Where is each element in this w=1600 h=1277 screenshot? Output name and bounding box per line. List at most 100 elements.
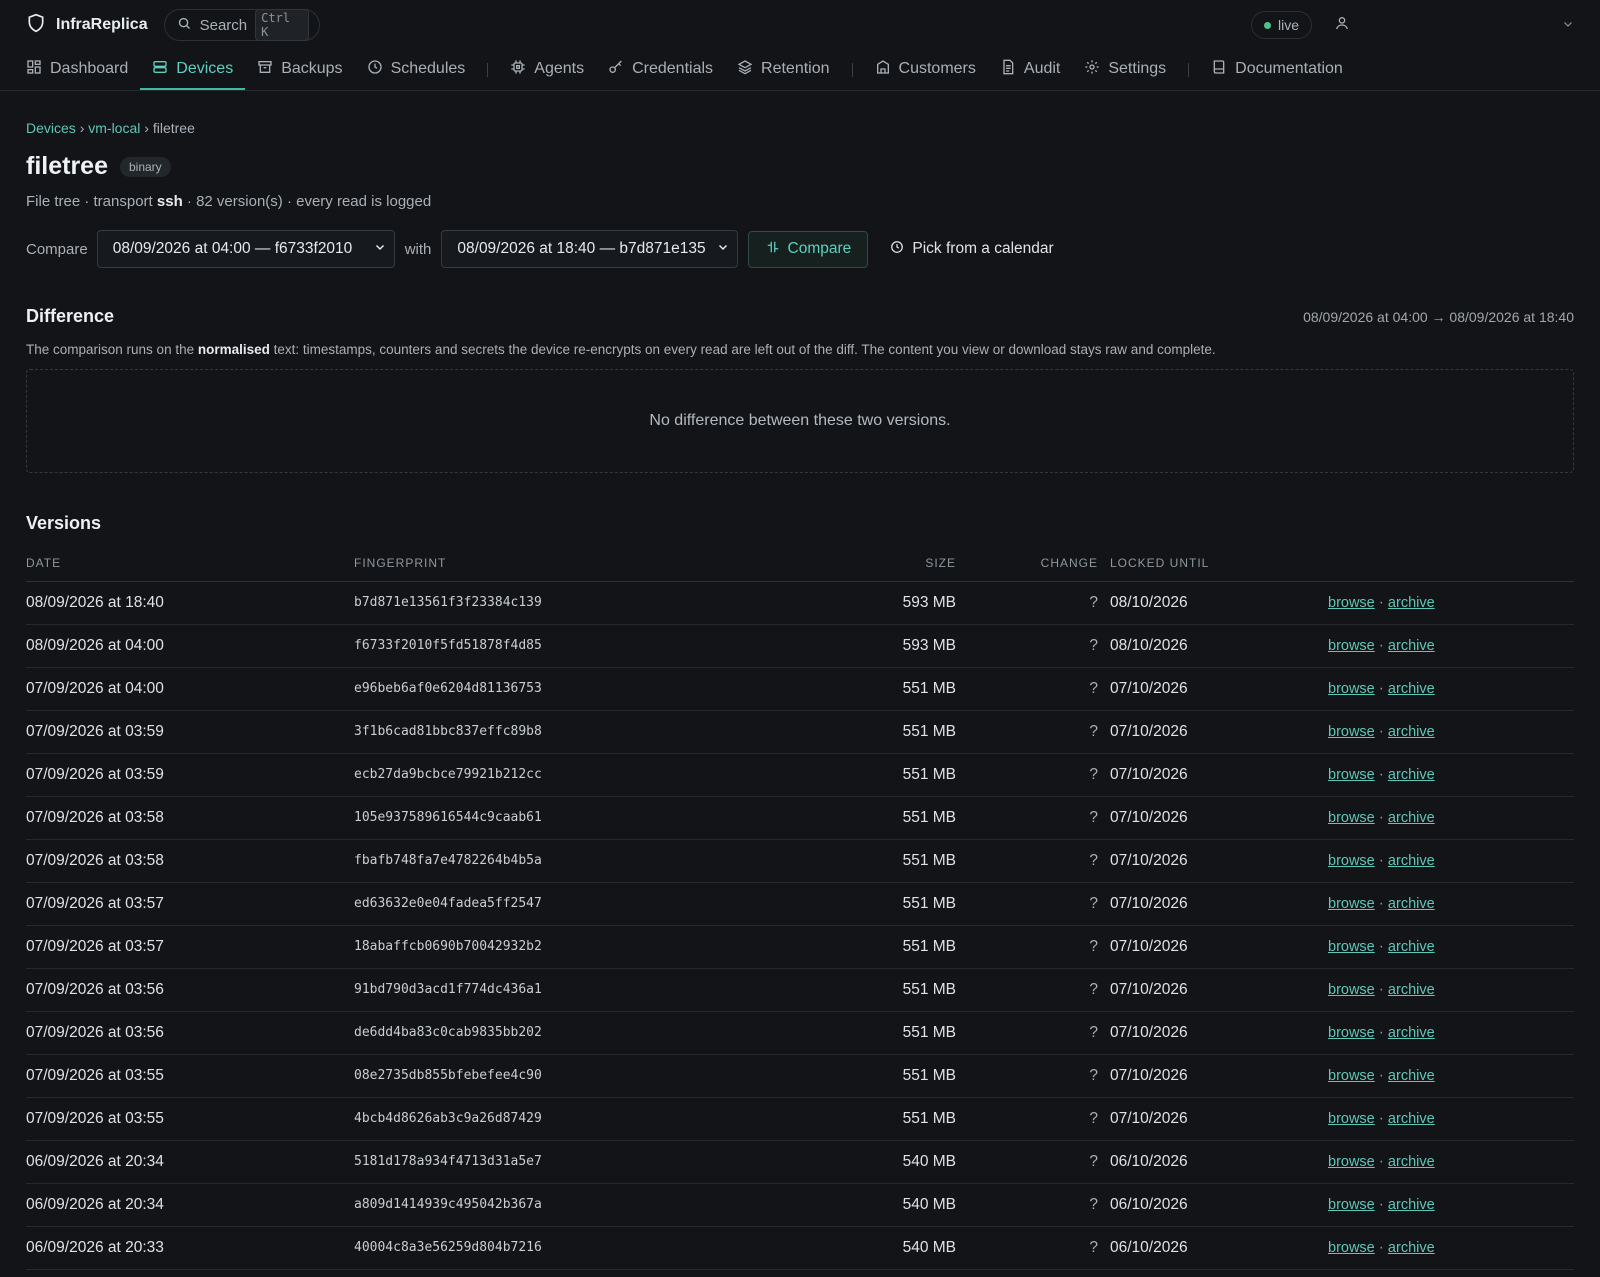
version-change: ? bbox=[956, 1011, 1098, 1055]
archive-link[interactable]: archive bbox=[1388, 638, 1435, 654]
nav-dashboard[interactable]: Dashboard bbox=[14, 50, 140, 90]
version-locked-until: 08/10/2026 bbox=[1098, 581, 1328, 625]
browse-link[interactable]: browse bbox=[1328, 681, 1375, 697]
version-date: 07/09/2026 at 03:59 bbox=[26, 753, 354, 797]
archive-link[interactable]: archive bbox=[1388, 1154, 1435, 1170]
action-separator: · bbox=[1378, 1238, 1384, 1256]
version-locked-until: 07/10/2026 bbox=[1098, 968, 1328, 1012]
browse-link[interactable]: browse bbox=[1328, 1111, 1375, 1127]
col-header-date[interactable]: DATE bbox=[26, 546, 354, 582]
brand-name: InfraReplica bbox=[56, 16, 148, 33]
version-size: 540 MB bbox=[744, 1226, 956, 1270]
table-row: 06/09/2026 at 20:34 5181d178a934f4713d31a… bbox=[26, 1140, 1574, 1184]
version-size: 551 MB bbox=[744, 882, 956, 926]
nav-documentation[interactable]: Documentation bbox=[1199, 50, 1355, 90]
version-date: 08/09/2026 at 18:40 bbox=[26, 581, 354, 625]
archive-link[interactable]: archive bbox=[1388, 1025, 1435, 1041]
breadcrumb-devices[interactable]: Devices bbox=[26, 120, 76, 136]
building-icon bbox=[875, 59, 891, 80]
version-change: ? bbox=[956, 796, 1098, 840]
nav-agents[interactable]: Agents bbox=[498, 50, 596, 90]
compare-button-label: Compare bbox=[787, 240, 852, 257]
version-locked-until: 07/10/2026 bbox=[1098, 753, 1328, 797]
search-label: Search bbox=[199, 16, 248, 34]
browse-link[interactable]: browse bbox=[1328, 810, 1375, 826]
version-fingerprint: e96beb6af0e6204d81136753 bbox=[354, 667, 744, 711]
version-change: ? bbox=[956, 1054, 1098, 1098]
col-header-locked-until[interactable]: LOCKED UNTIL bbox=[1098, 546, 1328, 582]
gear-icon bbox=[1084, 59, 1100, 80]
archive-link[interactable]: archive bbox=[1388, 853, 1435, 869]
version-size: 551 MB bbox=[744, 839, 956, 883]
version-locked-until: 07/10/2026 bbox=[1098, 667, 1328, 711]
version-actions: browse · archive bbox=[1328, 882, 1574, 926]
archive-link[interactable]: archive bbox=[1388, 982, 1435, 998]
archive-link[interactable]: archive bbox=[1388, 810, 1435, 826]
col-header-change[interactable]: CHANGE bbox=[956, 546, 1098, 582]
search-icon bbox=[177, 16, 192, 35]
compare-from-select[interactable]: 08/09/2026 at 04:00 — f6733f2010 bbox=[96, 230, 395, 268]
diff-icon bbox=[766, 240, 780, 259]
pick-calendar-button[interactable]: Pick from a calendar bbox=[890, 240, 1054, 259]
archive-link[interactable]: archive bbox=[1388, 595, 1435, 611]
browse-link[interactable]: browse bbox=[1328, 638, 1375, 654]
nav-retention[interactable]: Retention bbox=[725, 50, 842, 90]
version-size: 551 MB bbox=[744, 753, 956, 797]
archive-link[interactable]: archive bbox=[1388, 1197, 1435, 1213]
browse-link[interactable]: browse bbox=[1328, 1240, 1375, 1256]
browse-link[interactable]: browse bbox=[1328, 1197, 1375, 1213]
version-change: ? bbox=[956, 1140, 1098, 1184]
browse-link[interactable]: browse bbox=[1328, 1068, 1375, 1084]
browse-link[interactable]: browse bbox=[1328, 982, 1375, 998]
col-header-fingerprint[interactable]: FINGERPRINT bbox=[354, 546, 744, 582]
nav-schedules[interactable]: Schedules bbox=[355, 50, 478, 90]
archive-link[interactable]: archive bbox=[1388, 896, 1435, 912]
user-icon[interactable] bbox=[1334, 15, 1350, 35]
browse-link[interactable]: browse bbox=[1328, 1025, 1375, 1041]
breadcrumb-current: filetree bbox=[152, 120, 195, 136]
table-row: 07/09/2026 at 03:56 de6dd4ba83c0cab9835bb… bbox=[26, 1011, 1574, 1055]
version-size: 593 MB bbox=[744, 581, 956, 625]
search-button[interactable]: Search Ctrl K bbox=[163, 9, 320, 41]
archive-link[interactable]: archive bbox=[1388, 767, 1435, 783]
nav-settings[interactable]: Settings bbox=[1072, 50, 1178, 90]
archive-link[interactable]: archive bbox=[1388, 724, 1435, 740]
nav-divider bbox=[487, 63, 489, 77]
shield-icon bbox=[26, 13, 46, 38]
breadcrumb-sep: › bbox=[144, 120, 149, 136]
version-actions: browse · archive bbox=[1328, 581, 1574, 625]
note-suffix: text: timestamps, counters and secrets t… bbox=[269, 342, 1216, 357]
type-badge: binary bbox=[119, 156, 171, 177]
browse-link[interactable]: browse bbox=[1328, 896, 1375, 912]
archive-link[interactable]: archive bbox=[1388, 939, 1435, 955]
browse-link[interactable]: browse bbox=[1328, 939, 1375, 955]
archive-link[interactable]: archive bbox=[1388, 1068, 1435, 1084]
archive-link[interactable]: archive bbox=[1388, 1240, 1435, 1256]
compare-button[interactable]: Compare bbox=[748, 230, 869, 268]
browse-link[interactable]: browse bbox=[1328, 853, 1375, 869]
browse-link[interactable]: browse bbox=[1328, 1154, 1375, 1170]
compare-from-value: 08/09/2026 at 04:00 — f6733f2010 bbox=[112, 240, 353, 257]
table-row: 07/09/2026 at 03:57 18abaffcb0690b7004293… bbox=[26, 925, 1574, 969]
table-row: 08/09/2026 at 04:00 f6733f2010f5fd51878f4… bbox=[26, 624, 1574, 668]
browse-link[interactable]: browse bbox=[1328, 595, 1375, 611]
nav-backups[interactable]: Backups bbox=[245, 50, 354, 90]
nav-credentials[interactable]: Credentials bbox=[596, 50, 725, 90]
brand[interactable]: InfraReplica bbox=[26, 13, 148, 38]
archive-link[interactable]: archive bbox=[1388, 681, 1435, 697]
nav-devices[interactable]: Devices bbox=[140, 50, 246, 90]
browse-link[interactable]: browse bbox=[1328, 767, 1375, 783]
compare-to-select[interactable]: 08/09/2026 at 18:40 — b7d871e135 bbox=[441, 230, 739, 268]
breadcrumb-device[interactable]: vm-local bbox=[88, 120, 140, 136]
search-shortcut: Ctrl K bbox=[255, 9, 309, 41]
nav-audit[interactable]: Audit bbox=[988, 50, 1072, 90]
chevron-down-icon[interactable] bbox=[1562, 17, 1574, 34]
archive-link[interactable]: archive bbox=[1388, 1111, 1435, 1127]
browse-link[interactable]: browse bbox=[1328, 724, 1375, 740]
col-header-size[interactable]: SIZE bbox=[744, 546, 956, 582]
nav-customers[interactable]: Customers bbox=[863, 50, 988, 90]
table-row: 07/09/2026 at 03:57 ed63632e0e04fadea5ff2… bbox=[26, 882, 1574, 926]
version-locked-until: 07/10/2026 bbox=[1098, 839, 1328, 883]
version-change: ? bbox=[956, 667, 1098, 711]
version-date: 07/09/2026 at 04:00 bbox=[26, 667, 354, 711]
